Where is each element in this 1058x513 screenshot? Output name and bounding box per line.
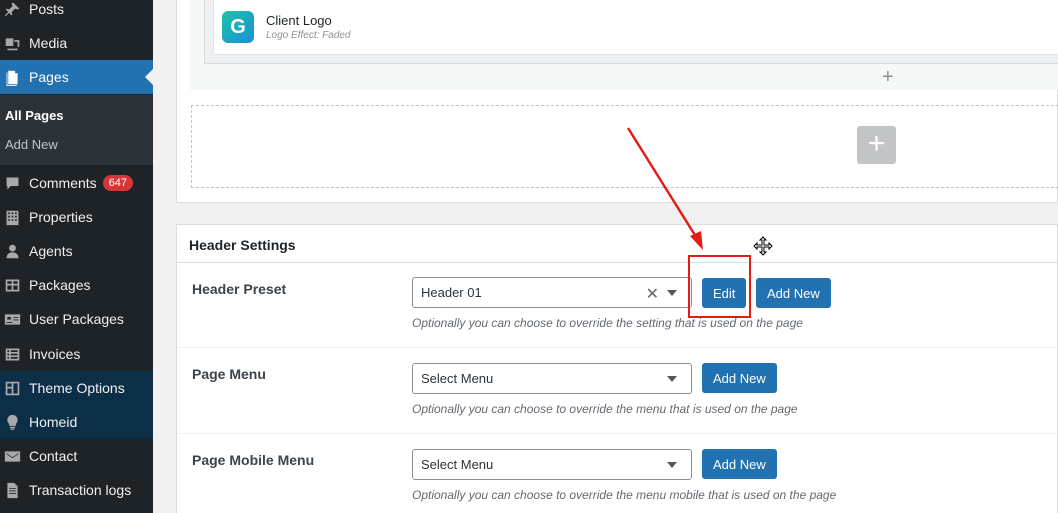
table-icon bbox=[3, 276, 21, 294]
chevron-down-icon bbox=[667, 462, 677, 468]
select-value: Select Menu bbox=[421, 371, 494, 386]
sidebar-item-label: Agents bbox=[29, 243, 73, 259]
sidebar-item-pages[interactable]: Pages bbox=[0, 60, 153, 94]
annotation-highlight-box bbox=[688, 255, 751, 318]
document-icon bbox=[3, 481, 21, 499]
page-menu-row: Page Menu Select Menu Add New Optionally… bbox=[177, 347, 1057, 432]
page-mobile-menu-select[interactable]: Select Menu bbox=[412, 449, 692, 480]
building-icon bbox=[3, 208, 21, 226]
add-new-mobile-menu-button[interactable]: Add New bbox=[702, 449, 777, 479]
sidebar-item-theme-options[interactable]: Theme Options bbox=[0, 371, 153, 405]
add-element-button[interactable]: + bbox=[882, 66, 894, 89]
sidebar-item-invoices[interactable]: Invoices bbox=[0, 337, 153, 371]
builder-element-card[interactable]: G Client Logo Logo Effect: Faded bbox=[204, 0, 1058, 64]
move-cursor-icon bbox=[753, 236, 773, 256]
sidebar-item-agents[interactable]: Agents bbox=[0, 234, 153, 268]
envelope-icon bbox=[3, 447, 21, 465]
submenu-all-pages[interactable]: All Pages bbox=[5, 108, 64, 123]
header-settings-box: Header Settings Header Preset Header 01 … bbox=[176, 224, 1058, 513]
page-mobile-menu-label: Page Mobile Menu bbox=[192, 452, 315, 468]
person-icon bbox=[3, 242, 21, 260]
client-logo-icon: G bbox=[222, 11, 254, 43]
sidebar-item-media[interactable]: Media bbox=[0, 26, 153, 60]
sidebar-item-contact[interactable]: Contact bbox=[0, 439, 153, 473]
main-content: G Client Logo Logo Effect: Faded + + Hea… bbox=[153, 0, 1058, 513]
sidebar-item-label: Comments bbox=[29, 175, 97, 191]
sidebar-item-label: Contact bbox=[29, 448, 78, 464]
clear-selection-icon[interactable]: ✕ bbox=[646, 284, 659, 304]
lightbulb-icon bbox=[3, 413, 21, 431]
id-card-icon bbox=[3, 310, 21, 328]
sidebar-item-label: Media bbox=[29, 35, 68, 51]
pages-icon bbox=[3, 68, 21, 86]
sidebar-item-label: Invoices bbox=[29, 346, 81, 362]
chevron-down-icon bbox=[667, 376, 677, 382]
add-new-header-button[interactable]: Add New bbox=[756, 278, 831, 308]
chevron-down-icon bbox=[667, 290, 677, 296]
sidebar-item-packages[interactable]: Packages bbox=[0, 268, 153, 302]
sidebar-item-label: Packages bbox=[29, 277, 91, 293]
sidebar-item-label: Theme Options bbox=[29, 380, 125, 396]
header-preset-row: Header Preset Header 01 ✕ Edit Add New O… bbox=[177, 264, 1057, 349]
add-row-dropzone[interactable]: + bbox=[191, 105, 1058, 188]
sidebar-item-user-packages[interactable]: User Packages bbox=[0, 302, 153, 336]
client-logo-element[interactable]: G Client Logo Logo Effect: Faded bbox=[213, 0, 1058, 55]
sidebar-item-transaction-logs[interactable]: Transaction logs bbox=[0, 473, 153, 507]
sidebar-item-properties[interactable]: Properties bbox=[0, 200, 153, 234]
add-row-button[interactable]: + bbox=[857, 126, 896, 164]
header-preset-label: Header Preset bbox=[192, 281, 287, 297]
pin-icon bbox=[3, 0, 21, 18]
add-new-menu-button[interactable]: Add New bbox=[702, 363, 777, 393]
media-icon bbox=[3, 34, 21, 52]
header-preset-hint: Optionally you can choose to override th… bbox=[412, 316, 803, 330]
sidebar-item-homeid[interactable]: Homeid bbox=[0, 405, 153, 439]
sidebar-item-posts[interactable]: Posts bbox=[0, 0, 153, 26]
comments-icon bbox=[3, 174, 21, 192]
element-title: Client Logo bbox=[266, 13, 332, 28]
page-mobile-menu-row: Page Mobile Menu Select Menu Add New Opt… bbox=[177, 433, 1057, 513]
admin-sidebar: Posts Media Pages All Pages Add New Comm… bbox=[0, 0, 153, 513]
select-value: Header 01 bbox=[421, 285, 482, 300]
page-mobile-menu-hint: Optionally you can choose to override th… bbox=[412, 488, 837, 502]
header-preset-select[interactable]: Header 01 ✕ bbox=[412, 277, 692, 308]
comments-count-badge: 647 bbox=[102, 175, 134, 191]
element-subtitle: Logo Effect: Faded bbox=[266, 30, 351, 41]
header-settings-header: Header Settings bbox=[177, 225, 1057, 263]
current-indicator bbox=[145, 69, 153, 85]
page-menu-label: Page Menu bbox=[192, 366, 266, 382]
sidebar-item-comments[interactable]: Comments 647 bbox=[0, 166, 153, 200]
builder-row: G Client Logo Logo Effect: Faded + bbox=[190, 0, 1058, 90]
sidebar-item-label: User Packages bbox=[29, 311, 124, 327]
pages-submenu: All Pages Add New bbox=[0, 95, 153, 165]
layout-icon bbox=[3, 379, 21, 397]
sidebar-item-label: Transaction logs bbox=[29, 482, 132, 498]
sidebar-item-label: Homeid bbox=[29, 414, 78, 430]
sidebar-item-label: Pages bbox=[29, 69, 69, 85]
select-value: Select Menu bbox=[421, 457, 494, 472]
sidebar-item-label: Properties bbox=[29, 209, 93, 225]
page-builder-panel: G Client Logo Logo Effect: Faded + + bbox=[176, 0, 1058, 203]
page-menu-select[interactable]: Select Menu bbox=[412, 363, 692, 394]
list-icon bbox=[3, 345, 21, 363]
submenu-add-new[interactable]: Add New bbox=[5, 137, 58, 152]
sidebar-item-label: Posts bbox=[29, 1, 65, 17]
page-menu-hint: Optionally you can choose to override th… bbox=[412, 402, 798, 416]
header-settings-title: Header Settings bbox=[189, 237, 296, 253]
